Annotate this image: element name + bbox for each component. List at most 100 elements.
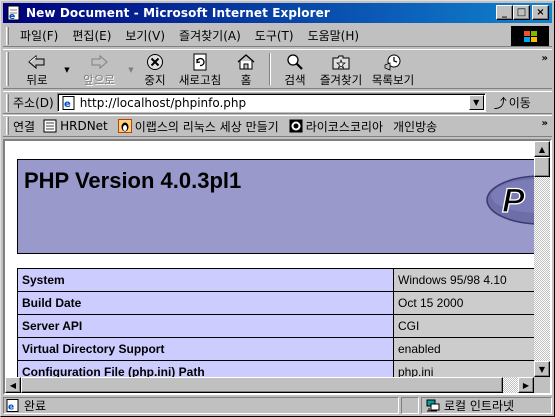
status-bar: e 완료 로컬 인트라넷 — [3, 396, 552, 415]
row-value: Oct 15 2000 — [393, 291, 534, 315]
home-label: 홈 — [240, 73, 252, 87]
browser-window: e New Document - Microsoft Internet Expl… — [0, 0, 555, 417]
chevron-down-icon: ▼ — [64, 66, 70, 74]
maximize-button[interactable]: □ — [513, 5, 530, 20]
links-label: 연결 — [13, 119, 36, 134]
links-more-chevron[interactable]: » — [542, 118, 548, 129]
menu-favorites[interactable]: 즐겨찾기(A) — [172, 27, 248, 44]
table-row: Virtual Directory Support enabled — [17, 337, 534, 361]
page-content: PHP Version 4.0.3pl1 P System Windows 95… — [5, 141, 534, 377]
address-url: http://localhost/phpinfo.php — [79, 95, 247, 110]
maximize-icon: □ — [516, 6, 527, 18]
horizontal-scroll-thumb[interactable] — [21, 377, 503, 393]
row-value: php.ini — [393, 360, 534, 377]
home-icon — [236, 53, 256, 71]
scrollbar-corner — [534, 377, 550, 393]
link-hrdnet[interactable]: HRDNet — [43, 119, 108, 133]
address-bar: 주소(D) e http://localhost/phpinfo.php ▼ ⤴… — [3, 91, 552, 114]
forward-button[interactable]: 앞으로 — [73, 50, 125, 88]
home-button[interactable]: 홈 — [227, 50, 265, 88]
stop-icon — [145, 53, 165, 71]
security-zone-label: 로컬 인트라넷 — [444, 399, 515, 413]
status-progress-panel — [401, 397, 419, 414]
go-label: 이동 — [508, 96, 531, 110]
address-dropdown-button[interactable]: ▼ — [468, 95, 484, 110]
table-row: System Windows 95/98 4.10 — [17, 268, 534, 292]
table-row: Server API CGI — [17, 314, 534, 338]
link-hrdnet-label: HRDNet — [60, 119, 108, 133]
scroll-down-button[interactable]: ▼ — [534, 361, 550, 377]
window-title: New Document - Microsoft Internet Explor… — [26, 6, 330, 20]
menu-bar: 파일(F) 편집(E) 보기(V) 즐겨찾기(A) 도구(T) 도움말(H) — [3, 25, 552, 47]
table-row: Configuration File (php.ini) Path php.in… — [17, 360, 534, 377]
back-arrow-icon — [27, 53, 47, 71]
links-grip[interactable] — [6, 117, 9, 135]
chevron-left-icon: ◀ — [9, 380, 17, 390]
toolbar-more-chevron[interactable]: » — [542, 53, 548, 64]
scroll-left-button[interactable]: ◀ — [5, 377, 21, 393]
forward-dropdown-button[interactable]: ▼ — [125, 50, 137, 88]
menu-tools[interactable]: 도구(T) — [248, 27, 301, 44]
table-row: Build Date Oct 15 2000 — [17, 291, 534, 315]
vertical-scroll-thumb[interactable] — [534, 157, 550, 177]
search-button[interactable]: 검색 — [275, 50, 315, 88]
stop-button[interactable]: 중지 — [137, 50, 173, 88]
link-elabs-linux[interactable]: 이랩스의 리눅스 세상 만들기 — [117, 118, 279, 135]
link-lycos-korea[interactable]: 라이코스코리아 — [289, 118, 383, 135]
svg-text:e: e — [9, 12, 15, 21]
ie-page-icon: e — [61, 95, 77, 110]
toolbar-grip[interactable] — [6, 52, 9, 86]
close-button[interactable]: × — [532, 5, 549, 20]
row-label: Configuration File (php.ini) Path — [17, 360, 394, 377]
ie-page-icon: e — [6, 5, 22, 22]
lycos-dog-icon — [289, 119, 303, 133]
menu-edit[interactable]: 편집(E) — [65, 27, 118, 44]
menu-file[interactable]: 파일(F) — [13, 27, 65, 44]
back-dropdown-button[interactable]: ▼ — [61, 50, 73, 88]
vertical-scrollbar[interactable]: ▲ ▼ — [534, 141, 550, 377]
menu-grip[interactable] — [6, 26, 9, 45]
menu-help[interactable]: 도움말(H) — [301, 27, 367, 44]
minimize-button[interactable]: _ — [496, 5, 513, 20]
link-personal-broadcast-label: 개인방송 — [392, 119, 438, 134]
php-version-title: PHP Version 4.0.3pl1 — [24, 168, 242, 193]
row-label: Build Date — [17, 291, 394, 315]
search-label: 검색 — [284, 73, 306, 87]
status-text: 완료 — [24, 399, 47, 413]
horizontal-scrollbar[interactable]: ◀ ▶ — [5, 377, 534, 393]
link-personal-broadcast[interactable]: 개인방송 — [393, 118, 437, 135]
menu-view[interactable]: 보기(V) — [118, 27, 172, 44]
links-bar: 연결 HRDNet 이랩스의 리눅스 세상 만들기 라이코스코리아 개인방송 » — [3, 115, 552, 137]
ie-page-icon — [43, 119, 57, 133]
php-logo-text: P — [502, 182, 525, 220]
standard-toolbar: 뒤로 ▼ 앞으로 ▼ 중지 새로고침 홈 검색 즐겨찾기 목록보기 » — [3, 49, 552, 89]
penguin-icon — [117, 119, 132, 133]
toolbar-separator — [269, 53, 271, 85]
refresh-icon — [190, 53, 210, 71]
scroll-right-button[interactable]: ▶ — [518, 377, 534, 393]
search-icon — [285, 53, 305, 71]
title-bar[interactable]: e New Document - Microsoft Internet Expl… — [3, 3, 552, 23]
history-icon — [383, 53, 403, 71]
history-label: 목록보기 — [371, 73, 415, 87]
favorites-button[interactable]: 즐겨찾기 — [315, 50, 367, 88]
refresh-button[interactable]: 새로고침 — [173, 50, 227, 88]
go-button[interactable]: ⤴ 이동 — [494, 93, 531, 112]
row-value: Windows 95/98 4.10 — [393, 268, 534, 292]
history-button[interactable]: 목록보기 — [367, 50, 419, 88]
row-label: Server API — [17, 314, 394, 338]
address-label: 주소(D) — [13, 96, 54, 110]
refresh-label: 새로고침 — [178, 73, 222, 87]
chevron-up-icon: ▲ — [538, 144, 546, 154]
link-lycos-korea-label: 라이코스코리아 — [305, 119, 383, 134]
chevron-right-icon: ▶ — [522, 380, 530, 390]
address-grip[interactable] — [6, 93, 9, 112]
scroll-up-button[interactable]: ▲ — [534, 141, 550, 157]
favorites-label: 즐겨찾기 — [319, 73, 363, 87]
chevron-down-icon: ▼ — [473, 98, 480, 107]
go-arrow-icon: ⤴ — [493, 97, 507, 112]
minimize-icon: _ — [502, 6, 507, 18]
address-input[interactable]: e http://localhost/phpinfo.php ▼ — [56, 93, 486, 112]
back-button[interactable]: 뒤로 — [13, 50, 61, 88]
status-panel: e 완료 — [3, 397, 399, 414]
